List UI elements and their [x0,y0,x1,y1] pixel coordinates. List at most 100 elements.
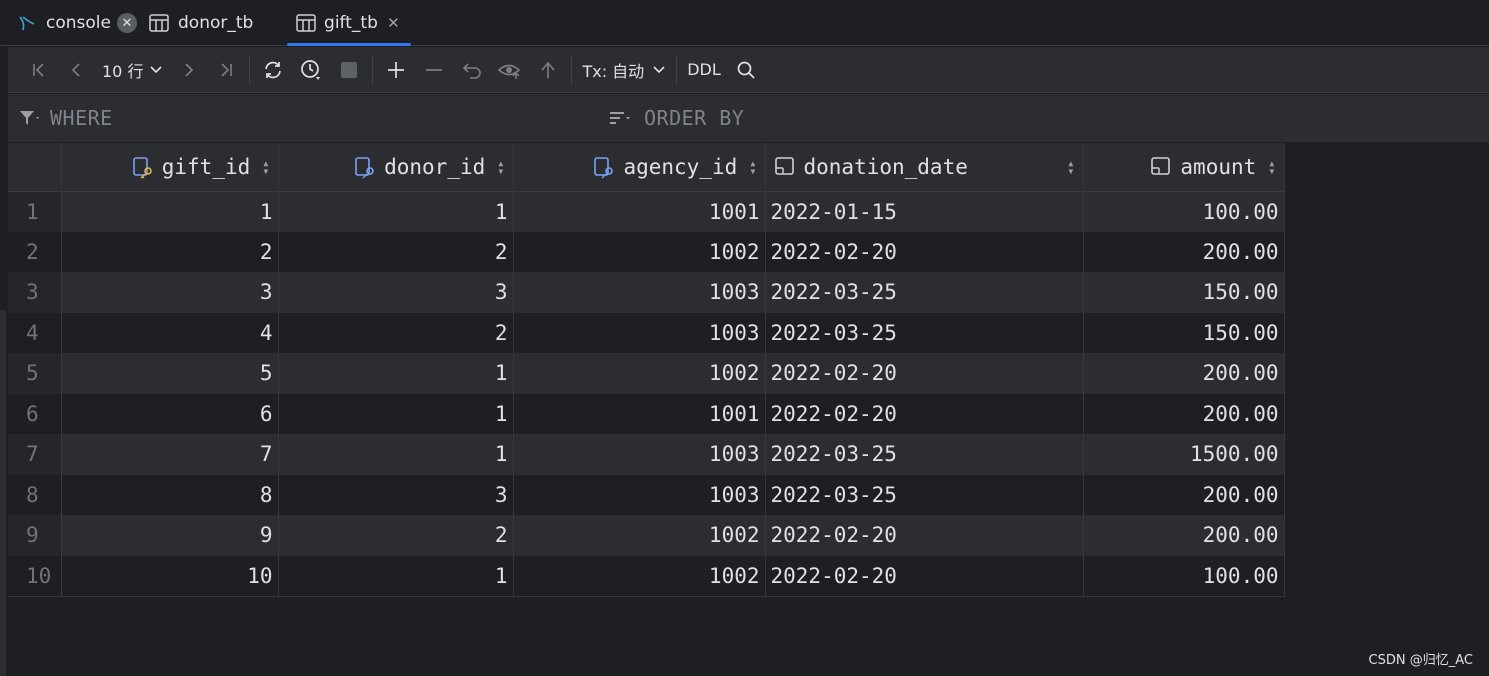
column-header-donation-date[interactable]: donation_date ▴ ▾ [765,143,1084,192]
cell-amount[interactable]: 150.00 [1083,312,1285,353]
sort-toggle-icon[interactable]: ▴ ▾ [262,157,269,177]
cell-gift-id[interactable]: 7 [61,434,279,475]
table-row[interactable]: 5 5 1 1002 2022-02-20 200.00 [8,353,1285,394]
cell-agency-id[interactable]: 1003 [513,272,766,313]
cell-donor-id[interactable]: 1 [278,555,514,597]
cell-donation-date[interactable]: 2022-02-20 [765,393,1084,434]
cell-amount[interactable]: 200.00 [1083,231,1285,272]
ddl-button[interactable]: DDL [681,53,727,87]
cell-amount[interactable]: 100.00 [1083,555,1285,597]
row-number[interactable]: 4 [8,312,62,353]
last-page-icon[interactable] [207,53,245,87]
cell-gift-id[interactable]: 6 [61,393,279,434]
preview-changes-icon[interactable] [491,53,529,87]
cell-donation-date[interactable]: 2022-03-25 [765,434,1084,475]
close-icon[interactable]: ✕ [384,13,403,33]
row-number[interactable]: 3 [8,272,62,313]
table-row[interactable]: 2 2 2 1002 2022-02-20 200.00 [8,231,1285,272]
sort-toggle-icon[interactable]: ▴ ▾ [749,157,756,177]
cell-donor-id[interactable]: 1 [278,353,514,394]
column-header-amount[interactable]: amount ▴ ▾ [1083,143,1285,192]
cell-amount[interactable]: 150.00 [1083,272,1285,313]
row-number[interactable]: 6 [8,393,62,434]
cell-donation-date[interactable]: 2022-02-20 [765,515,1084,556]
first-page-icon[interactable] [20,53,58,87]
tab-donor-tb[interactable]: donor_tb [148,0,253,46]
tab-console[interactable]: console ✕ [16,0,137,46]
tab-gift-tb[interactable]: gift_tb ✕ [287,0,411,46]
row-number[interactable]: 5 [8,353,62,394]
cell-donor-id[interactable]: 2 [278,515,514,556]
cell-gift-id[interactable]: 5 [61,353,279,394]
sort-toggle-icon[interactable]: ▴ ▾ [497,157,504,177]
history-icon[interactable] [292,53,330,87]
cell-gift-id[interactable]: 10 [61,555,279,597]
search-icon[interactable] [727,53,765,87]
table-row[interactable]: 8 8 3 1003 2022-03-25 200.00 [8,474,1285,515]
cell-donation-date[interactable]: 2022-02-20 [765,353,1084,394]
select-all-corner[interactable] [8,143,62,192]
add-row-icon[interactable] [377,53,415,87]
refresh-icon[interactable] [254,53,292,87]
cell-amount[interactable]: 100.00 [1083,191,1285,232]
cell-donor-id[interactable]: 3 [278,474,514,515]
cell-donation-date[interactable]: 2022-03-25 [765,312,1084,353]
next-page-icon[interactable] [169,53,207,87]
table-row[interactable]: 3 3 3 1003 2022-03-25 150.00 [8,272,1285,313]
where-filter-input[interactable]: WHERE [18,94,113,142]
cell-donation-date[interactable]: 2022-03-25 [765,474,1084,515]
column-header-gift-id[interactable]: gift_id ▴ ▾ [61,143,279,192]
cell-donor-id[interactable]: 3 [278,272,514,313]
cell-agency-id[interactable]: 1002 [513,231,766,272]
cell-gift-id[interactable]: 3 [61,272,279,313]
row-number[interactable]: 1 [8,191,62,232]
table-row[interactable]: 9 9 2 1002 2022-02-20 200.00 [8,515,1285,556]
row-number[interactable]: 9 [8,515,62,556]
row-number[interactable]: 7 [8,434,62,475]
cell-donation-date[interactable]: 2022-02-20 [765,555,1084,597]
cell-donor-id[interactable]: 1 [278,191,514,232]
table-row[interactable]: 10 10 1 1002 2022-02-20 100.00 [8,555,1285,597]
cell-agency-id[interactable]: 1003 [513,434,766,475]
cell-donor-id[interactable]: 1 [278,434,514,475]
revert-icon[interactable] [453,53,491,87]
table-row[interactable]: 1 1 1 1001 2022-01-15 100.00 [8,191,1285,232]
cell-amount[interactable]: 1500.00 [1083,434,1285,475]
cell-amount[interactable]: 200.00 [1083,515,1285,556]
cell-donation-date[interactable]: 2022-02-20 [765,231,1084,272]
cell-amount[interactable]: 200.00 [1083,393,1285,434]
stop-icon[interactable] [330,53,368,87]
cell-amount[interactable]: 200.00 [1083,474,1285,515]
table-row[interactable]: 6 6 1 1001 2022-02-20 200.00 [8,393,1285,434]
cell-donor-id[interactable]: 2 [278,231,514,272]
cell-agency-id[interactable]: 1001 [513,191,766,232]
order-by-input[interactable]: ORDER BY [608,94,744,142]
row-number[interactable]: 10 [8,555,62,597]
cell-donation-date[interactable]: 2022-03-25 [765,272,1084,313]
column-header-agency-id[interactable]: agency_id ▴ ▾ [513,143,766,192]
cell-gift-id[interactable]: 1 [61,191,279,232]
cell-donor-id[interactable]: 1 [278,393,514,434]
previous-page-icon[interactable] [58,53,96,87]
cell-agency-id[interactable]: 1002 [513,515,766,556]
cell-agency-id[interactable]: 1003 [513,312,766,353]
cell-gift-id[interactable]: 4 [61,312,279,353]
cell-gift-id[interactable]: 8 [61,474,279,515]
submit-icon[interactable] [529,53,567,87]
cell-agency-id[interactable]: 1002 [513,353,766,394]
table-row[interactable]: 4 4 2 1003 2022-03-25 150.00 [8,312,1285,353]
close-icon[interactable]: ✕ [116,13,137,33]
row-number[interactable]: 8 [8,474,62,515]
delete-row-icon[interactable] [415,53,453,87]
cell-agency-id[interactable]: 1002 [513,555,766,597]
cell-agency-id[interactable]: 1001 [513,393,766,434]
row-number[interactable]: 2 [8,231,62,272]
cell-gift-id[interactable]: 2 [61,231,279,272]
transaction-mode-select[interactable]: Tx: 自动 [576,53,672,87]
sort-toggle-icon[interactable]: ▴ ▾ [1268,157,1275,177]
rows-per-page-select[interactable]: 10 行 [96,53,169,87]
table-row[interactable]: 7 7 1 1003 2022-03-25 1500.00 [8,434,1285,475]
cell-donation-date[interactable]: 2022-01-15 [765,191,1084,232]
cell-gift-id[interactable]: 9 [61,515,279,556]
sort-toggle-icon[interactable]: ▴ ▾ [1067,157,1074,177]
